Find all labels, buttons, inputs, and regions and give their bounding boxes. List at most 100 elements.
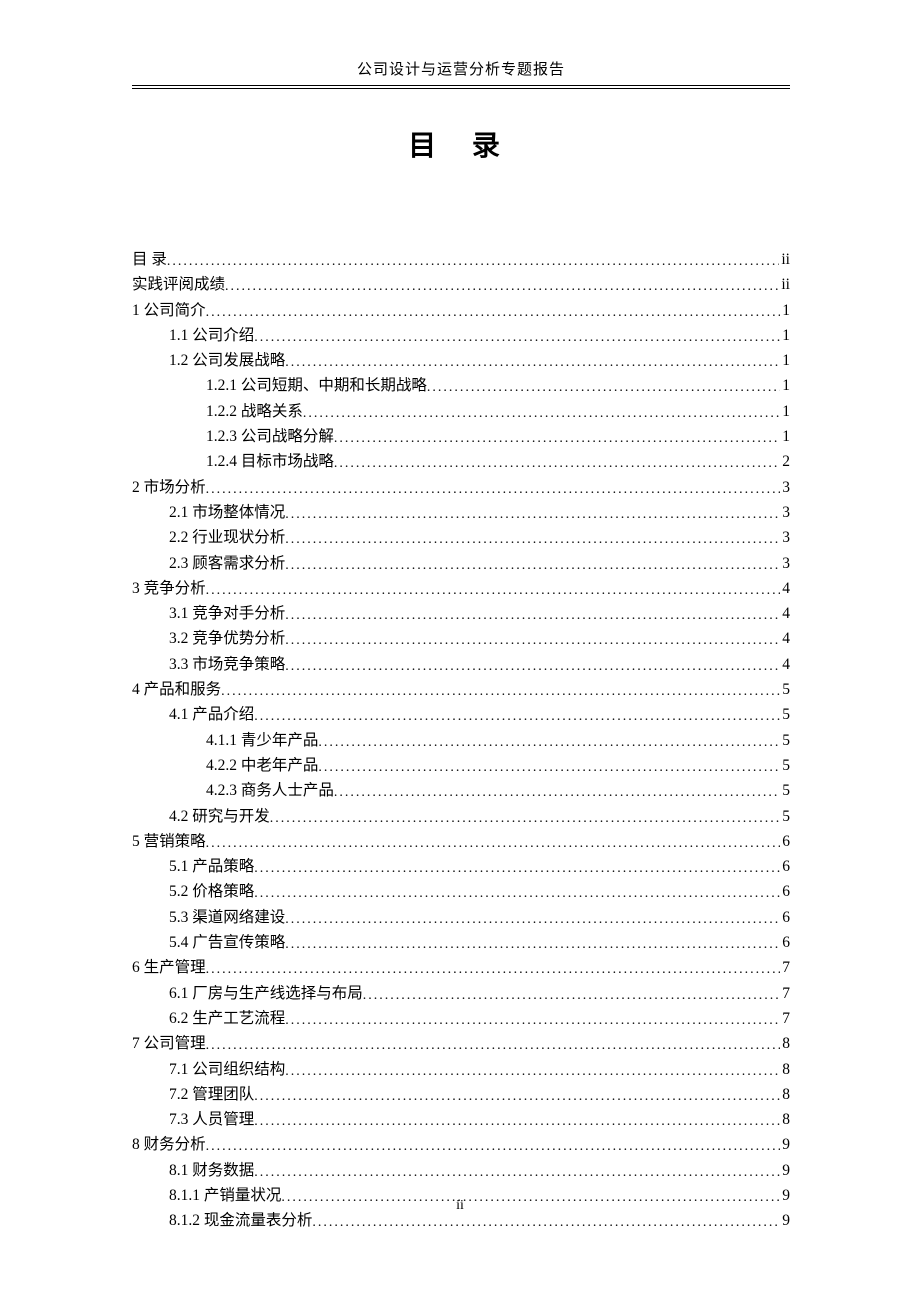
toc-entry-page: 7 <box>780 1011 790 1027</box>
toc-leader-dots <box>206 1039 781 1053</box>
toc-entry[interactable]: 5.4 广告宣传策略6 <box>132 935 790 951</box>
toc-leader-dots <box>334 457 780 471</box>
toc-entry[interactable]: 4.2.3 商务人士产品5 <box>132 783 790 799</box>
toc-leader-dots <box>206 1140 781 1154</box>
toc-leader-dots <box>318 761 780 775</box>
toc-entry[interactable]: 7 公司管理8 <box>132 1036 790 1052</box>
toc-entry[interactable]: 1.2.4 目标市场战略 2 <box>132 454 790 470</box>
toc-entry-page: 6 <box>780 935 790 951</box>
toc-entry[interactable]: 1 公司简介1 <box>132 303 790 319</box>
toc-entry[interactable]: 3.1 竞争对手分析 4 <box>132 606 790 622</box>
toc-entry-page: ii <box>779 277 790 293</box>
toc-entry-page: 2 <box>780 454 790 470</box>
toc-leader-dots <box>270 812 780 826</box>
toc-entry-page: 4 <box>780 581 790 597</box>
toc-entry[interactable]: 5.2 价格策略6 <box>132 884 790 900</box>
toc-entry-page: 3 <box>780 556 790 572</box>
toc-entry[interactable]: 7.2 管理团队8 <box>132 1087 790 1103</box>
toc-entry[interactable]: 5.3 渠道网络建设6 <box>132 910 790 926</box>
toc-entry-page: 8 <box>780 1087 790 1103</box>
toc-entry-page: 9 <box>780 1163 790 1179</box>
toc-entry-label: 6 生产管理 <box>132 960 206 976</box>
toc-entry[interactable]: 4.2.2 中老年产品 5 <box>132 758 790 774</box>
toc-leader-dots <box>318 736 780 750</box>
toc-leader-dots <box>285 913 780 927</box>
toc-leader-dots <box>285 356 780 370</box>
page-number: ii <box>0 1198 920 1214</box>
toc-entry[interactable]: 8.1 财务数据9 <box>132 1163 790 1179</box>
running-head: 公司设计与运营分析专题报告 <box>132 58 790 86</box>
toc-entry[interactable]: 1.2.3 公司战略分解1 <box>132 429 790 445</box>
toc-entry-page: 1 <box>780 378 790 394</box>
toc-leader-dots <box>285 508 780 522</box>
toc-leader-dots <box>285 559 780 573</box>
toc-entry[interactable]: 5.1 产品策略6 <box>132 859 790 875</box>
toc-entry[interactable]: 4.1 产品介绍 5 <box>132 707 790 723</box>
toc-entry[interactable]: 1.2.1 公司短期、中期和长期战略1 <box>132 378 790 394</box>
toc-entry[interactable]: 5 营销策略6 <box>132 834 790 850</box>
toc-leader-dots <box>221 685 780 699</box>
toc-leader-dots <box>334 432 780 446</box>
toc-entry-page: 5 <box>780 783 790 799</box>
toc-entry[interactable]: 2 市场分析3 <box>132 480 790 496</box>
toc-entry[interactable]: 3.2 竞争优势分析 4 <box>132 631 790 647</box>
toc-leader-dots <box>363 989 780 1003</box>
toc-entry[interactable]: 1.1 公司介绍1 <box>132 328 790 344</box>
toc-body: 目 录ii实践评阅成绩ii1 公司简介11.1 公司介绍11.2 公司发展战略1… <box>132 252 790 1229</box>
toc-entry-label: 8 财务分析 <box>132 1137 206 1153</box>
toc-entry-page: 7 <box>780 986 790 1002</box>
toc-entry[interactable]: 2.3 顾客需求分析3 <box>132 556 790 572</box>
toc-entry[interactable]: 4.1.1 青少年产品5 <box>132 733 790 749</box>
toc-leader-dots <box>254 1166 780 1180</box>
toc-entry-label: 3.1 竞争对手分析 <box>169 606 285 622</box>
toc-entry-label: 4.2.2 中老年产品 <box>206 758 318 774</box>
toc-entry-label: 5 营销策略 <box>132 834 206 850</box>
toc-entry-label: 4.1 产品介绍 <box>169 707 254 723</box>
toc-entry-label: 5.3 渠道网络建设 <box>169 910 285 926</box>
toc-leader-dots <box>254 862 780 876</box>
toc-entry-page: 4 <box>780 631 790 647</box>
toc-leader-dots <box>254 331 780 345</box>
toc-leader-dots <box>312 1216 780 1230</box>
toc-entry[interactable]: 1.2.2 战略关系1 <box>132 404 790 420</box>
toc-entry-page: 8 <box>780 1062 790 1078</box>
toc-entry-label: 3.2 竞争优势分析 <box>169 631 285 647</box>
toc-entry[interactable]: 4 产品和服务5 <box>132 682 790 698</box>
toc-entry[interactable]: 实践评阅成绩ii <box>132 277 790 293</box>
toc-entry-label: 4.2 研究与开发 <box>169 809 270 825</box>
toc-entry-label: 2.2 行业现状分析 <box>169 530 285 546</box>
toc-entry-page: 5 <box>780 809 790 825</box>
toc-entry[interactable]: 2.1 市场整体情况3 <box>132 505 790 521</box>
toc-entry-label: 1.2 公司发展战略 <box>169 353 285 369</box>
toc-entry[interactable]: 3.3 市场竞争策略4 <box>132 657 790 673</box>
toc-entry-page: 5 <box>780 707 790 723</box>
toc-entry-page: 1 <box>780 429 790 445</box>
toc-entry-page: 4 <box>780 606 790 622</box>
toc-entry[interactable]: 6.1 厂房与生产线选择与布局7 <box>132 986 790 1002</box>
toc-leader-dots <box>254 710 780 724</box>
toc-entry[interactable]: 7.3 人员管理8 <box>132 1112 790 1128</box>
toc-entry-label: 7.1 公司组织结构 <box>169 1062 285 1078</box>
toc-entry-label: 1.2.4 目标市场战略 <box>206 454 334 470</box>
toc-entry-page: ii <box>779 252 790 268</box>
toc-entry[interactable]: 6.2 生产工艺流程 7 <box>132 1011 790 1027</box>
toc-entry[interactable]: 目 录ii <box>132 252 790 268</box>
toc-entry[interactable]: 1.2 公司发展战略1 <box>132 353 790 369</box>
toc-entry[interactable]: 4.2 研究与开发 5 <box>132 809 790 825</box>
toc-entry[interactable]: 6 生产管理7 <box>132 960 790 976</box>
toc-leader-dots <box>285 609 780 623</box>
toc-entry[interactable]: 8 财务分析9 <box>132 1137 790 1153</box>
toc-entry[interactable]: 2.2 行业现状分析3 <box>132 530 790 546</box>
toc-leader-dots <box>167 255 779 269</box>
toc-entry-label: 6.2 生产工艺流程 <box>169 1011 285 1027</box>
toc-entry-label: 5.1 产品策略 <box>169 859 254 875</box>
toc-leader-dots <box>206 963 781 977</box>
toc-entry-label: 7 公司管理 <box>132 1036 206 1052</box>
toc-leader-dots <box>285 660 780 674</box>
toc-entry[interactable]: 8.1.2 现金流量表分析9 <box>132 1213 790 1229</box>
toc-entry[interactable]: 3 竞争分析 4 <box>132 581 790 597</box>
toc-entry-page: 5 <box>780 758 790 774</box>
toc-entry[interactable]: 7.1 公司组织结构 8 <box>132 1062 790 1078</box>
toc-entry-label: 3 竞争分析 <box>132 581 206 597</box>
toc-entry-page: 5 <box>780 682 790 698</box>
